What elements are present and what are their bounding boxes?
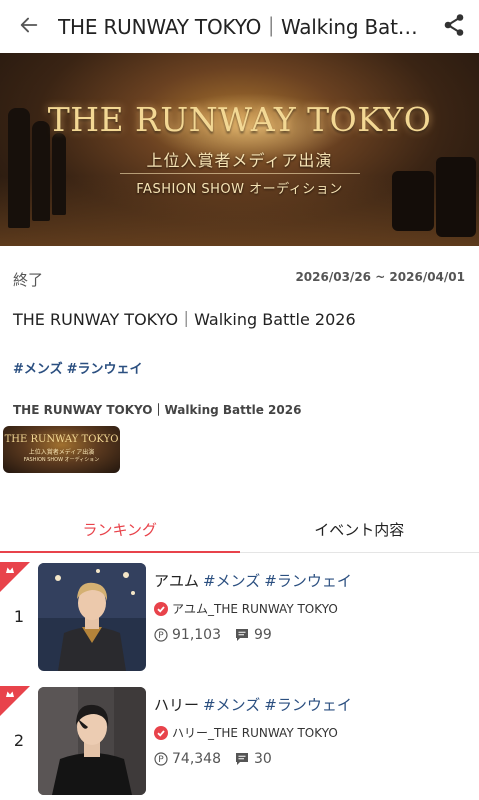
banner-subtitle: 上位入賞者メディア出演 xyxy=(146,151,333,170)
contestant-name-line: アユム #メンズ #ランウェイ xyxy=(154,570,356,591)
event-dates: 2026/03/26 ~ 2026/04/01 xyxy=(295,270,465,284)
contestant-photo[interactable] xyxy=(38,563,146,671)
event-tags: #メンズ #ランウェイ xyxy=(13,358,147,377)
page-title: THE RUNWAY TOKYO｜Walking Battle 2026 xyxy=(58,14,429,39)
tag-link[interactable]: #メンズ xyxy=(13,362,63,377)
arrow-left-icon xyxy=(20,17,38,33)
contestant-photo[interactable] xyxy=(38,687,146,795)
verified-icon xyxy=(154,725,168,740)
event-status: 終了 xyxy=(13,271,44,289)
contestant-name[interactable]: ハリー xyxy=(154,696,199,714)
svg-text:P: P xyxy=(158,631,164,641)
rank-number: 2 xyxy=(13,731,25,750)
account-name: アユム_THE RUNWAY TOKYO xyxy=(172,602,338,616)
event-banner: THE RUNWAY TOKYO 上位入賞者メディア出演 FASHION SHO… xyxy=(0,53,479,246)
verified-icon xyxy=(154,601,168,616)
thumbnail-subtitle-2: FASHION SHOW オーディション xyxy=(23,457,100,463)
organizer-thumbnail[interactable]: THE RUNWAY TOKYO 上位入賞者メディア出演 FASHION SHO… xyxy=(3,426,120,473)
tag-link[interactable]: #ランウェイ xyxy=(67,362,143,377)
comment-icon xyxy=(236,629,248,641)
banner-subtitle-2: FASHION SHOW オーディション xyxy=(136,182,343,197)
svg-text:P: P xyxy=(158,755,164,765)
thumbnail-subtitle: 上位入賞者メディア出演 xyxy=(28,449,95,456)
ranking-row[interactable]: 2 ハリー #メンズ #ランウェイ ハリー_THE RUNWAY TOKYO P 7… xyxy=(0,686,479,796)
points-icon: P xyxy=(154,752,168,766)
banner-divider xyxy=(120,173,360,174)
contestant-stats: P 91,103 99 xyxy=(154,627,272,643)
ranking-row[interactable]: 1 アユム #メンズ #ランウェイ アユム_THE RUNWAY TOKYO P 9… xyxy=(0,562,479,672)
banner-model-silhouette xyxy=(52,133,66,215)
contestant-stats: P 74,348 30 xyxy=(154,751,272,767)
tag-link[interactable]: #メンズ xyxy=(203,572,260,590)
points-value: 91,103 xyxy=(172,627,221,643)
back-button[interactable] xyxy=(0,0,58,50)
thumbnail-title: THE RUNWAY TOKYO xyxy=(4,434,119,445)
contestant-name[interactable]: アユム xyxy=(154,572,199,590)
crown-icon xyxy=(0,562,30,592)
points-value: 74,348 xyxy=(172,751,221,767)
comment-icon xyxy=(236,753,248,765)
tag-link[interactable]: #ランウェイ xyxy=(264,696,352,714)
contestant-account: ハリー_THE RUNWAY TOKYO xyxy=(154,724,338,741)
points-icon: P xyxy=(154,628,168,642)
banner-title: THE RUNWAY TOKYO xyxy=(47,100,432,139)
contestant-name-line: ハリー #メンズ #ランウェイ xyxy=(154,694,356,715)
share-button[interactable] xyxy=(429,0,479,50)
tab-event-details[interactable]: イベント内容 xyxy=(240,507,479,552)
tab-ranking[interactable]: ランキング xyxy=(0,507,240,553)
contestant-account: アユム_THE RUNWAY TOKYO xyxy=(154,600,338,617)
top-bar: THE RUNWAY TOKYO｜Walking Battle 2026 xyxy=(0,0,479,50)
comment-count: 30 xyxy=(254,751,272,767)
tab-bar: ランキング イベント内容 xyxy=(0,507,479,553)
account-name: ハリー_THE RUNWAY TOKYO xyxy=(172,726,338,740)
share-icon xyxy=(444,14,464,36)
event-title: THE RUNWAY TOKYO｜Walking Battle 2026 xyxy=(13,310,356,329)
crown-icon xyxy=(0,686,30,716)
organizer-name[interactable]: THE RUNWAY TOKYO｜Walking Battle 2026 xyxy=(13,401,301,418)
comment-count: 99 xyxy=(254,627,272,643)
rank-number: 1 xyxy=(13,607,25,626)
tag-link[interactable]: #ランウェイ xyxy=(264,572,352,590)
tag-link[interactable]: #メンズ xyxy=(203,696,260,714)
